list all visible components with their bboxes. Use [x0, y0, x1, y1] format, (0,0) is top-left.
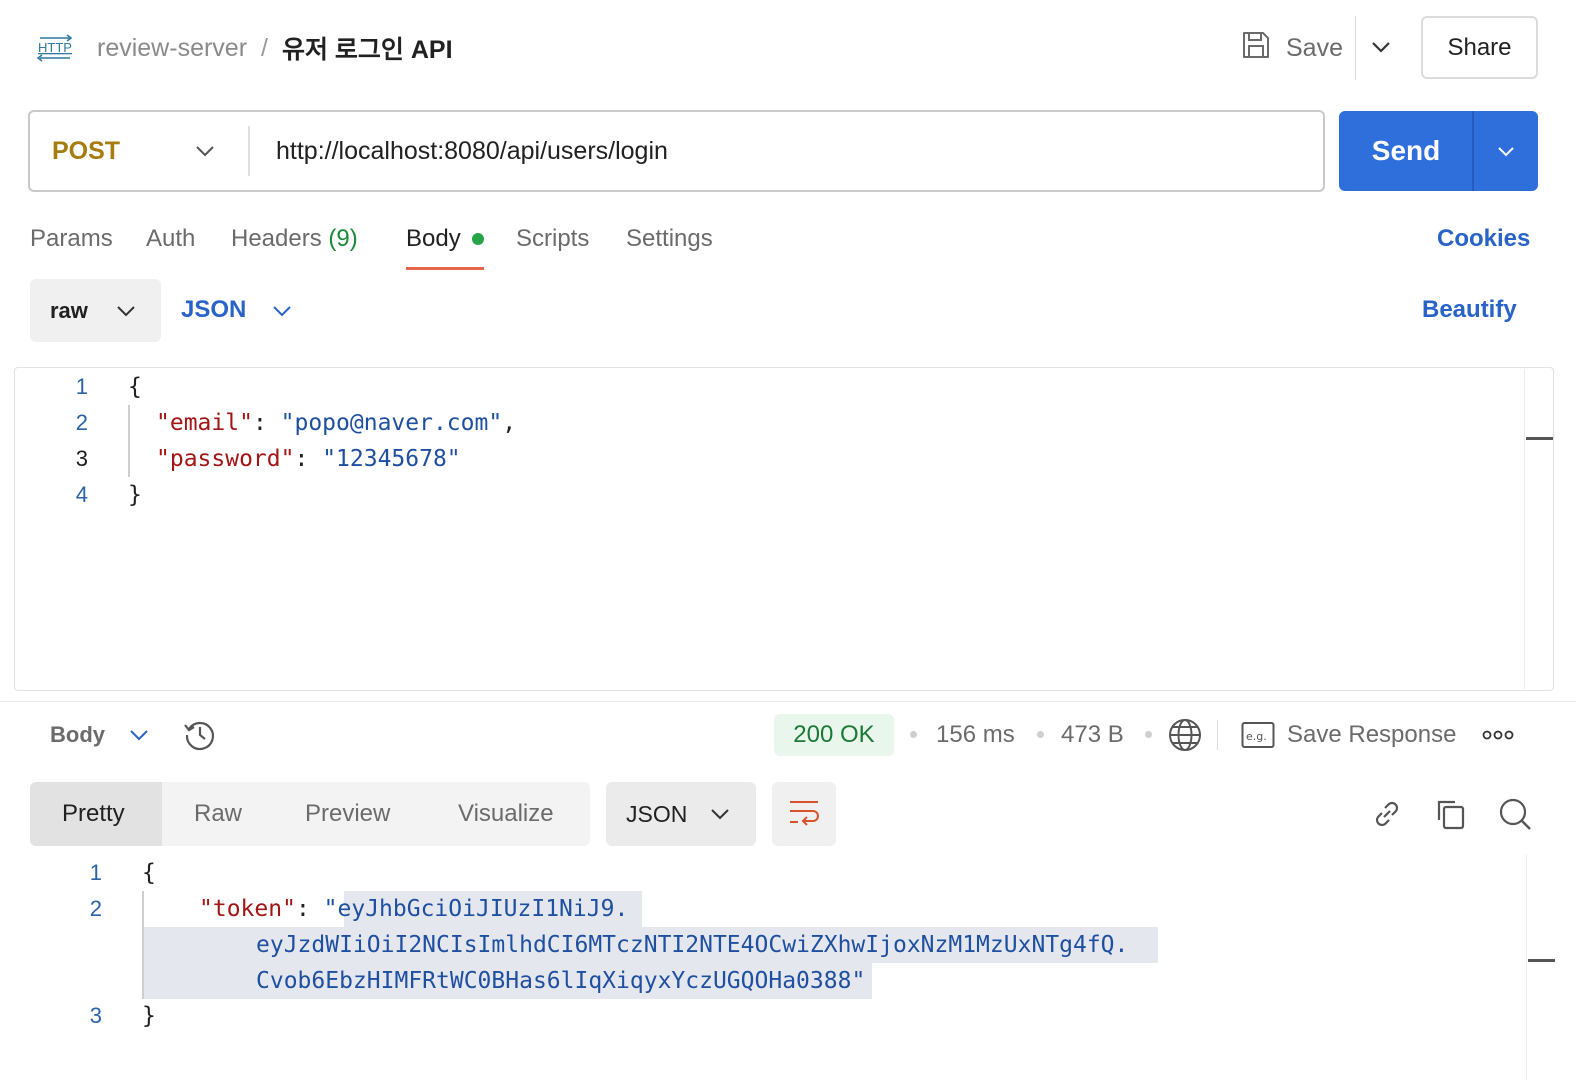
divider — [1355, 16, 1356, 80]
chevron-down-icon[interactable] — [1366, 32, 1396, 62]
active-tab-indicator — [406, 267, 484, 270]
send-options-chevron-icon[interactable] — [1491, 136, 1521, 166]
line-number: 2 — [89, 896, 102, 921]
divider — [0, 701, 1576, 702]
divider — [248, 126, 250, 176]
send-button[interactable]: Send — [1339, 111, 1473, 191]
svg-text:HTTP: HTTP — [38, 40, 72, 55]
response-format-label: JSON — [626, 800, 688, 827]
code-line: { — [142, 860, 156, 886]
view-raw[interactable]: Raw — [194, 782, 242, 846]
link-icon[interactable] — [1369, 796, 1405, 832]
chevron-down-icon[interactable] — [706, 800, 734, 828]
save-button[interactable]: Save — [1240, 26, 1343, 70]
scroll-marker — [1528, 959, 1555, 962]
line-number: 1 — [75, 374, 88, 399]
view-visualize[interactable]: Visualize — [458, 782, 554, 846]
breadcrumb-separator: / — [261, 33, 268, 62]
line-number: 4 — [75, 482, 88, 507]
code-line: "token": "eyJhbGciOiJIUzI1NiJ9. — [199, 896, 629, 922]
line-number: 1 — [89, 860, 102, 885]
separator-dot — [1145, 731, 1152, 738]
beautify-button[interactable]: Beautify — [1422, 293, 1517, 327]
json-key: "email" — [156, 410, 253, 436]
headers-count: (9) — [328, 225, 358, 252]
json-string: eyJhbGciOiJIUzI1NiJ9. — [337, 896, 629, 922]
status-badge[interactable]: 200 OK — [774, 714, 894, 756]
http-icon: HTTP — [36, 32, 76, 64]
request-name[interactable]: 유저 로그인 API — [282, 30, 453, 66]
json-key: "password" — [156, 446, 295, 472]
cookies-link[interactable]: Cookies — [1437, 222, 1530, 256]
json-string: eyJzdWIiOiI2NCIsImlhdCI6MTczNTI2NTE4OCwi… — [256, 932, 1129, 958]
example-icon: e.g. — [1241, 721, 1275, 749]
line-number: 3 — [89, 1003, 102, 1028]
code-line: "password": "12345678" — [156, 446, 461, 472]
body-modified-dot — [472, 233, 484, 245]
history-icon[interactable] — [182, 717, 218, 753]
divider — [1472, 111, 1474, 191]
breadcrumb: review-server / 유저 로그인 API — [97, 30, 453, 66]
chevron-down-icon[interactable] — [268, 297, 296, 325]
collection-name[interactable]: review-server — [97, 34, 247, 63]
chevron-down-icon[interactable] — [125, 721, 153, 749]
tab-auth[interactable]: Auth — [146, 222, 195, 256]
response-scrollbar[interactable] — [1526, 855, 1527, 1080]
json-key: "token" — [199, 896, 296, 922]
line-number: 2 — [75, 410, 88, 435]
body-language-select[interactable]: JSON — [181, 293, 246, 327]
scroll-marker — [1526, 437, 1553, 440]
view-pretty[interactable]: Pretty — [62, 782, 125, 846]
code-line: } — [142, 1003, 156, 1029]
line-number: 3 — [75, 446, 88, 471]
more-icon[interactable] — [1482, 725, 1514, 745]
tab-headers[interactable]: Headers (9) — [231, 222, 358, 256]
method-label: POST — [52, 136, 121, 165]
save-response-button[interactable]: Save Response — [1287, 718, 1456, 752]
editor-scrollbar[interactable] — [1524, 369, 1525, 689]
separator-dot — [910, 731, 917, 738]
body-mode-select[interactable]: raw — [30, 279, 161, 342]
separator-dot — [1037, 731, 1044, 738]
tab-settings[interactable]: Settings — [626, 222, 713, 256]
globe-icon[interactable] — [1166, 716, 1204, 754]
share-button[interactable]: Share — [1421, 16, 1538, 79]
chevron-down-icon[interactable] — [112, 297, 140, 325]
indent-guide — [142, 891, 144, 999]
tab-body[interactable]: Body — [406, 222, 461, 256]
json-string: "12345678" — [322, 446, 461, 472]
response-size[interactable]: 473 B — [1061, 718, 1124, 752]
wrap-lines-icon — [786, 797, 822, 831]
code-line: { — [128, 374, 142, 400]
tab-headers-label: Headers — [231, 225, 322, 252]
response-time[interactable]: 156 ms — [936, 718, 1015, 752]
tab-params[interactable]: Params — [30, 222, 113, 256]
code-line: Cvob6EbzHIMFRtWC0BHas6lIqXiqyxYczUGQOHa0… — [256, 968, 866, 994]
svg-text:e.g.: e.g. — [1246, 730, 1267, 743]
url-input[interactable] — [276, 112, 1316, 190]
indent-guide — [128, 405, 130, 477]
search-icon[interactable] — [1497, 796, 1533, 832]
chevron-down-icon[interactable] — [190, 136, 220, 166]
code-line: } — [128, 482, 142, 508]
response-view-select[interactable]: Body — [50, 718, 105, 752]
view-preview[interactable]: Preview — [305, 782, 390, 846]
code-line: "email": "popo@naver.com", — [156, 410, 517, 436]
divider — [1217, 720, 1218, 750]
json-string: Cvob6EbzHIMFRtWC0BHas6lIqXiqyxYczUGQOHa0… — [256, 968, 852, 994]
tab-scripts[interactable]: Scripts — [516, 222, 589, 256]
body-mode-label: raw — [50, 297, 88, 323]
save-icon — [1240, 29, 1272, 68]
copy-icon[interactable] — [1433, 796, 1469, 832]
save-label: Save — [1286, 33, 1343, 62]
json-string: "popo@naver.com" — [280, 410, 503, 436]
